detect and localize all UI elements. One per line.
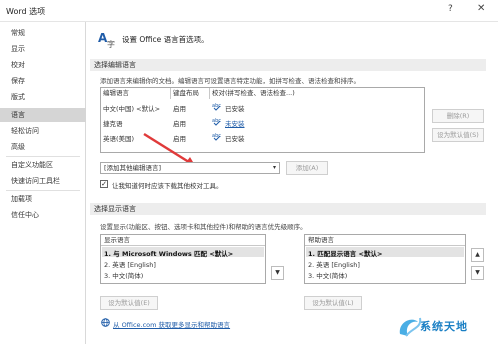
list-item[interactable]: 1. 匹配显示语言 <默认> — [308, 248, 382, 258]
set-default-help-button[interactable]: 设为默认值(L) — [304, 296, 362, 310]
column-header-keyboard-layout[interactable]: 键盘布局 — [171, 88, 210, 99]
proofing-abc-icon: abc — [212, 116, 222, 126]
sidebar-item-customize-ribbon[interactable]: 自定义功能区 — [0, 158, 86, 172]
display-list-header: 显示语言 — [101, 235, 265, 246]
sidebar-item-layout[interactable]: 版式 — [0, 90, 86, 104]
sidebar-item-language[interactable]: 语言 — [0, 108, 86, 122]
help-language-list[interactable]: 帮助语言 1. 匹配显示语言 <默认> 2. 英语 [English] 3. 中… — [304, 234, 466, 284]
list-item[interactable]: 3. 中文(简体) — [104, 270, 143, 280]
help-button[interactable]: ? — [448, 4, 453, 14]
proofing-abc-icon: abc — [212, 131, 222, 141]
close-button[interactable]: ✕ — [477, 3, 485, 14]
editing-description: 添加语言来编辑你的文档。编辑语言可设置语言特定功能，如拼写检查、语法检查和排序。 — [100, 77, 360, 85]
row-keyboard: 启用 — [173, 105, 186, 113]
display-description: 设置显示(功能区、按钮、选项卡和其他控件)和帮助的语言优先级顺序。 — [100, 223, 307, 231]
chevron-down-icon: ▾ — [272, 164, 276, 171]
add-language-button[interactable]: 添加(A) — [286, 161, 328, 175]
sidebar-item-general[interactable]: 常规 — [0, 26, 86, 40]
move-down-button[interactable]: ▼ — [271, 266, 284, 280]
get-more-languages-link[interactable]: 从 Office.com 获取更多显示和帮助语言 — [113, 319, 230, 329]
language-icon: A 字 — [97, 29, 117, 49]
sidebar-item-add-ins[interactable]: 加载项 — [0, 192, 86, 206]
svg-text:字: 字 — [107, 39, 115, 49]
row-language[interactable]: 中文(中国) <默认> — [103, 103, 160, 113]
sidebar-divider — [6, 190, 80, 191]
remove-language-button[interactable]: 删除(R) — [432, 109, 484, 123]
main-panel: A 字 设置 Office 语言首选项。 选择编辑语言 添加语言来编辑你的文档。… — [88, 22, 498, 344]
sidebar-item-save[interactable]: 保存 — [0, 74, 86, 88]
row-keyboard: 启用 — [173, 120, 186, 128]
sidebar-item-proofing[interactable]: 校对 — [0, 58, 86, 72]
display-language-list[interactable]: 显示语言 1. 与 Microsoft Windows 匹配 <默认> 2. 英… — [100, 234, 266, 284]
column-header-proofing[interactable]: 校对(拼写检查、语法检查...) — [210, 88, 424, 99]
sidebar-item-accessibility[interactable]: 轻松访问 — [0, 124, 86, 138]
move-up-button[interactable]: ▲ — [471, 248, 484, 262]
add-editing-language-dropdown[interactable]: [添加其他编辑语言] ▾ — [100, 162, 280, 174]
watermark-text: 系统天地 — [420, 320, 468, 333]
proofing-abc-icon: abc — [212, 101, 222, 111]
download-proofing-checkbox[interactable]: ✓ — [100, 180, 108, 188]
sidebar-item-display[interactable]: 显示 — [0, 42, 86, 56]
page-heading: 设置 Office 语言首选项。 — [122, 35, 209, 44]
section-title-editing: 选择编辑语言 — [90, 59, 486, 71]
set-default-editing-button[interactable]: 设为默认值(S) — [432, 128, 484, 142]
row-proofing-status: 已安装 — [225, 105, 245, 113]
row-language[interactable]: 英语(美国) — [103, 133, 134, 143]
window-title: Word 选项 — [6, 7, 46, 16]
list-item[interactable]: 1. 与 Microsoft Windows 匹配 <默认> — [104, 248, 233, 258]
column-header-editing-language[interactable]: 编辑语言 — [101, 88, 171, 99]
row-proofing-status: 已安装 — [225, 135, 245, 143]
help-list-header: 帮助语言 — [305, 235, 465, 246]
list-item[interactable]: 3. 中文(简体) — [308, 270, 347, 280]
sidebar-item-advanced[interactable]: 高级 — [0, 140, 86, 154]
proofing-not-installed-link[interactable]: 未安装 — [225, 118, 245, 128]
move-down-button[interactable]: ▼ — [471, 266, 484, 280]
title-bar: Word 选项 ? ✕ — [0, 0, 498, 22]
section-title-display: 选择显示语言 — [90, 203, 486, 215]
row-language[interactable]: 捷克语 — [103, 118, 123, 128]
sidebar-divider — [6, 156, 80, 157]
office-globe-icon — [101, 318, 110, 327]
sidebar: 常规 显示 校对 保存 版式 语言 轻松访问 高级 自定义功能区 快速访问工具栏… — [0, 22, 86, 344]
checkbox-label: 让我知道何时应该下载其他校对工具。 — [112, 182, 223, 190]
dropdown-value: [添加其他编辑语言] — [104, 164, 162, 172]
list-item[interactable]: 2. 英语 [English] — [308, 259, 360, 269]
set-default-display-button[interactable]: 设为默认值(E) — [100, 296, 158, 310]
list-item[interactable]: 2. 英语 [English] — [104, 259, 156, 269]
sidebar-item-quick-access-toolbar[interactable]: 快速访问工具栏 — [0, 174, 86, 188]
sidebar-item-trust-center[interactable]: 信任中心 — [0, 208, 86, 222]
